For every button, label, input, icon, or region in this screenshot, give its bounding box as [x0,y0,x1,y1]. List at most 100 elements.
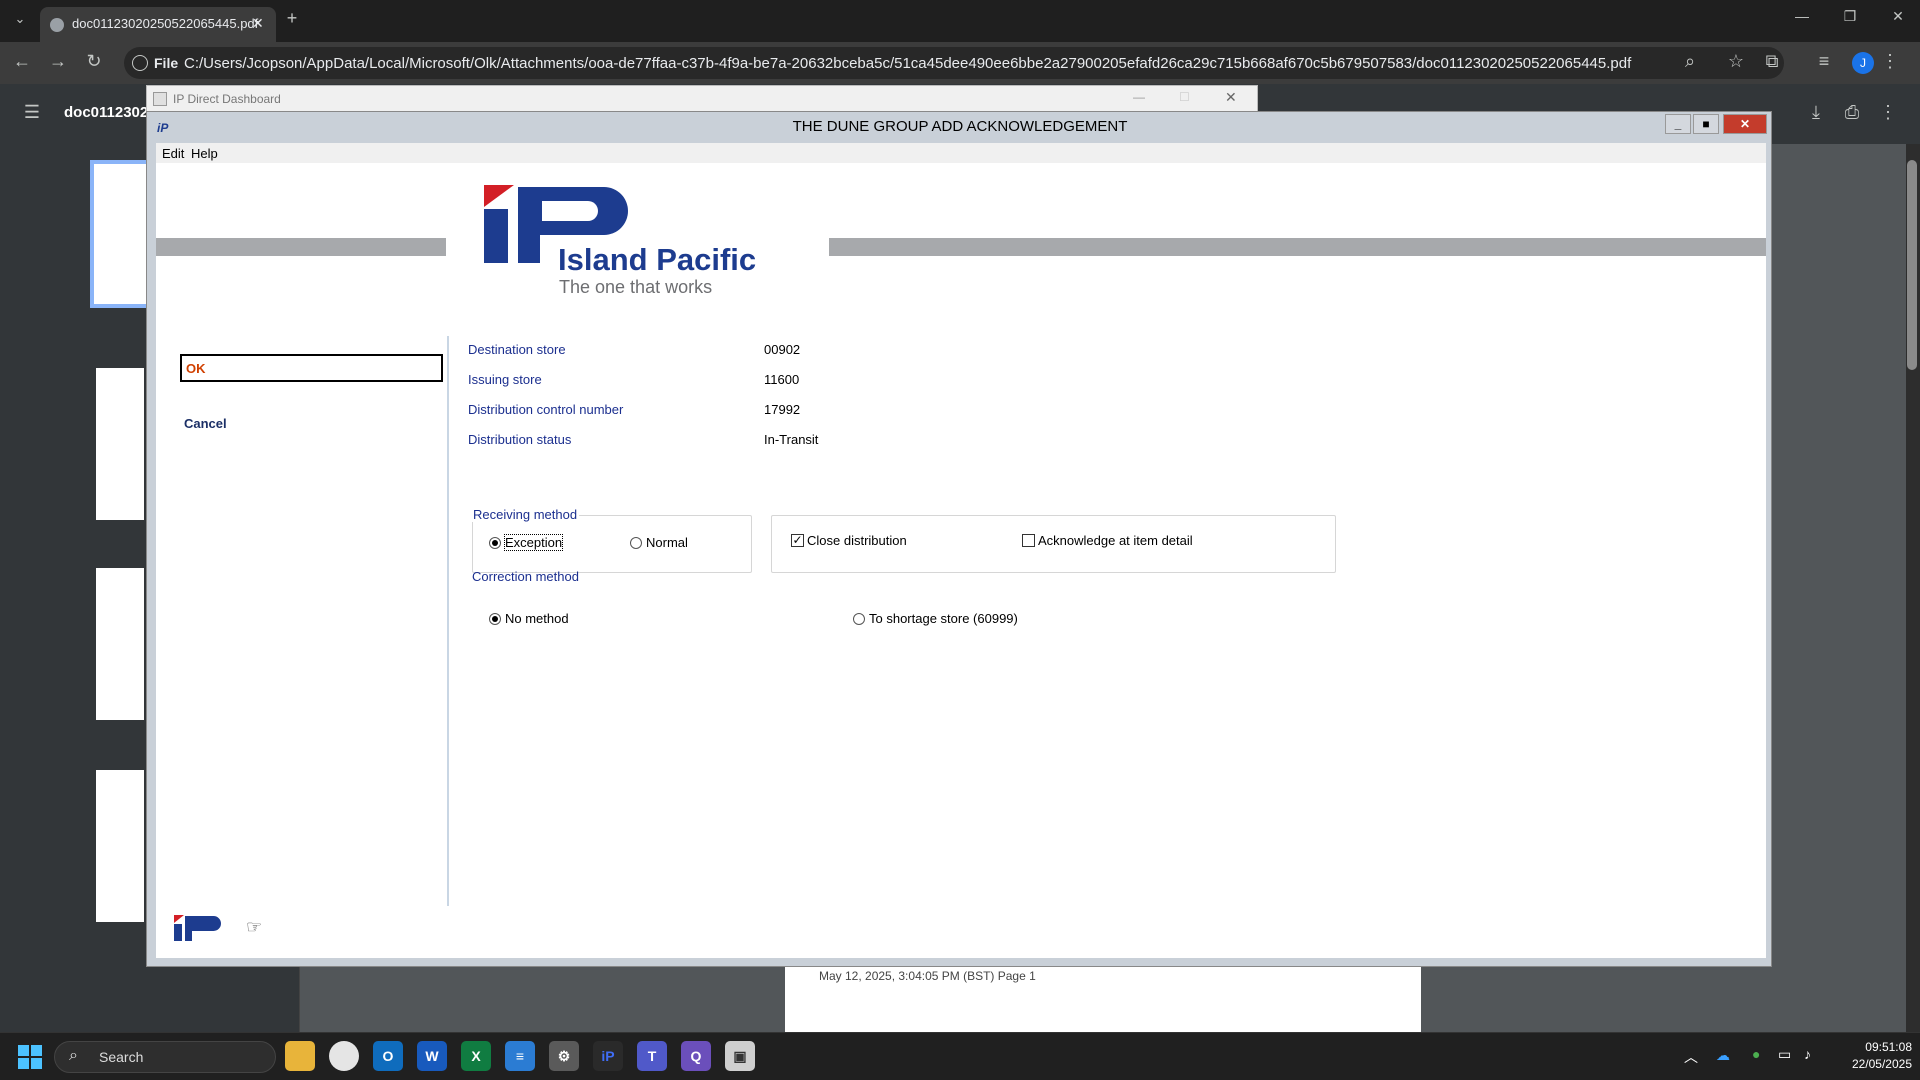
correction-method-title: Correction method [472,569,579,584]
close-window-icon[interactable]: ✕ [1886,8,1910,25]
download-icon[interactable]: ⤓ [1804,102,1828,123]
footer-logo-i [174,924,182,941]
ip-direct-dashboard-window[interactable]: IP Direct Dashboard — ☐ ✕ [146,85,1258,113]
close-icon[interactable]: ✕ [1225,89,1237,106]
volume-icon[interactable]: ♪ [1804,1046,1811,1062]
page-thumbnail[interactable] [96,770,144,922]
new-tab-icon[interactable]: + [280,8,304,29]
zoom-icon[interactable]: ⌕ [1678,51,1702,72]
onedrive-icon[interactable]: ☁ [1716,1047,1730,1064]
minimize-button[interactable]: _ [1665,114,1691,134]
app-icon[interactable]: ▣ [725,1041,755,1071]
more-menu-icon[interactable]: ⋮ [1878,51,1902,72]
vertical-divider [447,336,449,906]
app-icon[interactable]: Q [681,1041,711,1071]
pointing-hand-icon[interactable]: ☞ [246,917,262,938]
maximize-icon: ☐ [1179,90,1190,104]
exception-radio[interactable] [489,537,501,549]
browser-toolbar: ← → ↻ File C:/Users/Jcopson/AppData/Loca… [0,42,1920,84]
cancel-button[interactable]: Cancel [184,416,227,431]
banner-bar-right [829,238,1766,256]
close-distribution-label[interactable]: Close distribution [807,533,907,548]
page-thumbnail[interactable] [96,368,144,520]
windows-start-icon[interactable] [18,1045,42,1069]
acknowledge-item-detail-checkbox[interactable] [1022,534,1035,547]
profile-avatar[interactable]: J [1852,52,1874,74]
normal-radio[interactable] [630,537,642,549]
ip-direct-taskbar-icon[interactable]: iP [593,1041,623,1071]
page-thumbnail[interactable] [96,568,144,720]
add-acknowledgement-dialog: iP THE DUNE GROUP ADD ACKNOWLEDGEMENT _ … [146,111,1772,967]
pdf-page: May 12, 2025, 3:04:05 PM (BST) Page 1 [785,965,1421,1032]
shortage-store-radio[interactable] [853,613,865,625]
forward-icon[interactable]: → [46,51,70,72]
taskbar-search-label: Search [99,1049,144,1065]
taskbar-clock[interactable]: 09:51:08 22/05/2025 [1832,1039,1912,1073]
bookmark-star-icon[interactable]: ☆ [1724,51,1748,72]
extensions-icon[interactable]: ⧉ [1760,51,1784,72]
taskbar-search[interactable]: ⌕ Search [54,1041,276,1073]
hamburger-menu-icon[interactable]: ☰ [20,102,44,123]
excel-icon[interactable]: X [461,1041,491,1071]
exception-radio-label[interactable]: Exception [503,534,564,551]
dialog-title: THE DUNE GROUP ADD ACKNOWLEDGEMENT [792,118,1128,135]
clock-date: 22/05/2025 [1851,1057,1912,1071]
logo-p-counter [542,201,598,221]
word-icon[interactable]: W [417,1041,447,1071]
tab-search-icon[interactable]: ⌄ [8,11,32,27]
outlook-icon[interactable]: O [373,1041,403,1071]
print-icon[interactable]: ⎙ [1840,102,1864,123]
back-window-title: IP Direct Dashboard [173,92,281,106]
close-distribution-checkbox[interactable]: ✓ [791,534,804,547]
no-method-label[interactable]: No method [505,611,569,626]
minimize-icon[interactable]: — [1133,90,1145,104]
menu-help[interactable]: Help [191,146,218,161]
teams-icon[interactable]: T [637,1041,667,1071]
pdf-more-icon[interactable]: ⋮ [1876,102,1900,123]
pdf-scrollbar-thumb[interactable] [1907,160,1917,370]
shortage-store-label[interactable]: To shortage store (60999) [869,611,1018,626]
logo-red-corner [484,185,514,207]
maximize-button[interactable]: ■ [1693,114,1719,134]
brand-name: Island Pacific [558,242,757,277]
windows-taskbar: ⌕ Search O W X ≡ ⚙ iP T Q ▣ ︿ ☁ ● ▭ ♪ 09… [0,1032,1920,1080]
issuing-store-label: Issuing store [468,372,542,387]
media-controls-icon[interactable]: ≡ [1812,51,1836,72]
microphone-icon[interactable]: ● [1752,1046,1760,1062]
tray-chevron-icon[interactable]: ︿ [1684,1047,1698,1067]
destination-store-value: 00902 [764,342,801,357]
normal-radio-label[interactable]: Normal [646,535,688,550]
tab-title: doc01123020250522065445.pdf [72,16,259,31]
ok-button[interactable]: OK [180,354,443,382]
receiving-method-title: Receiving method [471,507,580,522]
close-button[interactable]: ✕ [1723,114,1767,134]
url-text: C:/Users/Jcopson/AppData/Local/Microsoft… [184,55,1632,72]
menu-edit[interactable]: Edit [162,146,184,161]
issuing-store-value: 11600 [764,372,800,387]
restore-icon[interactable]: ❐ [1838,8,1862,25]
info-icon[interactable] [132,55,148,71]
browser-tab-bar: ⌄ doc01123020250522065445.pdf ✕ + — ❐ ✕ [0,0,1920,42]
file-chip: File [154,55,179,71]
page-thumbnail[interactable] [90,160,150,308]
chrome-icon[interactable] [329,1041,359,1071]
clock-time: 09:51:08 [1865,1040,1912,1054]
network-icon[interactable]: ▭ [1778,1046,1791,1063]
banner-bar-left [156,238,446,256]
reload-icon[interactable]: ↻ [82,51,106,72]
distribution-control-number-label: Distribution control number [468,402,624,417]
ip-footer-logo [174,915,222,941]
minimize-icon[interactable]: — [1790,8,1814,24]
settings-icon[interactable]: ⚙ [549,1041,579,1071]
page-footer-text: May 12, 2025, 3:04:05 PM (BST) Page 1 [819,969,1036,983]
close-tab-icon[interactable]: ✕ [252,15,264,32]
file-explorer-icon[interactable] [285,1041,315,1071]
acknowledge-item-detail-label[interactable]: Acknowledge at item detail [1038,533,1193,548]
notepad-icon[interactable]: ≡ [505,1041,535,1071]
distribution-status-value: In-Transit [764,432,819,447]
browser-tab[interactable]: doc01123020250522065445.pdf ✕ [40,7,276,42]
no-method-radio[interactable] [489,613,501,625]
address-bar[interactable]: File C:/Users/Jcopson/AppData/Local/Micr… [124,47,1784,79]
back-icon[interactable]: ← [10,51,34,72]
distribution-status-label: Distribution status [468,432,572,447]
